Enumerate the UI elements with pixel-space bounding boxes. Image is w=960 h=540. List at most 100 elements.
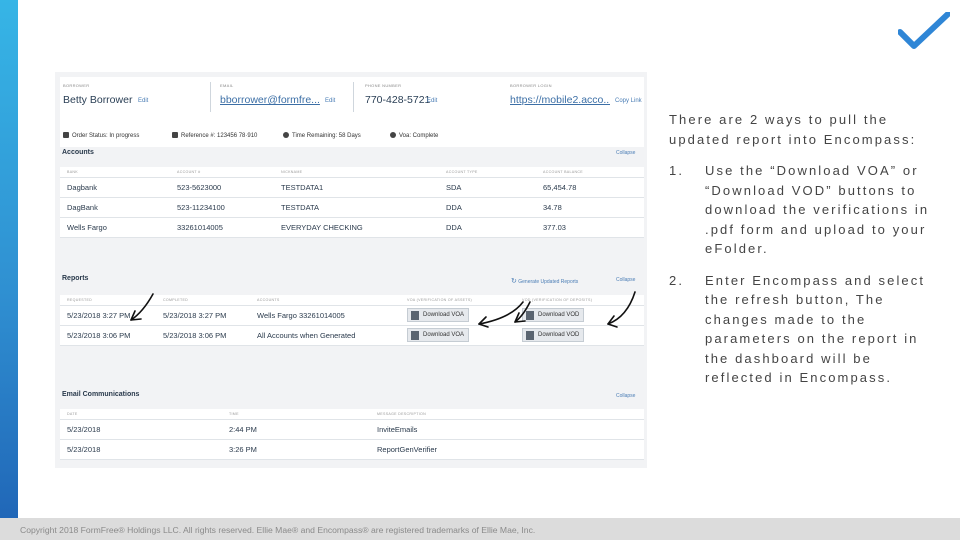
accounts-title: Accounts [62, 149, 94, 156]
download-voa-label: Download VOA [423, 332, 465, 338]
instruction-step-2: 2. Enter Encompass and select the refres… [669, 271, 939, 388]
table-row: 5/23/2018 3:06 PM 5/23/2018 3:06 PM All … [60, 325, 644, 346]
check-small-icon [390, 132, 396, 138]
reports-table: REQUESTED COMPLETED ACCOUNTS VOA (VERIFI… [60, 295, 644, 346]
login-value[interactable]: https://mobile2.acco... [510, 94, 610, 106]
download-vod-button[interactable]: Download VOD [522, 328, 585, 342]
column-header: BANK [60, 167, 170, 178]
table-row: 5/23/2018 3:26 PM ReportGenVerifier [60, 439, 644, 460]
pdf-icon [411, 331, 419, 340]
table-row: 5/23/2018 2:44 PM InviteEmails [60, 419, 644, 440]
cell: DDA [439, 217, 536, 238]
cell: InviteEmails [370, 419, 644, 440]
cell: 523-5623000 [170, 177, 274, 198]
login-label: BORROWER LOGIN [510, 83, 552, 88]
cell: 34.78 [536, 197, 644, 218]
bookmark-icon [172, 132, 178, 138]
cell: DDA [439, 197, 536, 218]
column-header: VOD (VERIFICATION OF DEPOSITS) [515, 295, 644, 306]
cell: SDA [439, 177, 536, 198]
table-row: DagBank 523-11234100 TESTDATA DDA 34.78 [60, 197, 644, 218]
borrower-name: Betty Borrower [63, 94, 133, 106]
voa-complete: Voa: Complete [390, 132, 438, 139]
checkmark-icon [898, 12, 950, 49]
cell: Wells Fargo [60, 217, 170, 238]
cell: 5/23/2018 [60, 419, 222, 440]
cell: 5/23/2018 [60, 439, 222, 460]
table-header-row: BANK ACCOUNT # NICKNAME ACCOUNT TYPE ACC… [60, 167, 644, 178]
cell: TESTDATA [274, 197, 439, 218]
instructions-panel: There are 2 ways to pull the updated rep… [669, 110, 939, 388]
column-header: ACCOUNT TYPE [439, 167, 536, 178]
cell: Download VOA [400, 325, 515, 346]
cell: Download VOD [515, 325, 644, 346]
borrower-info-card: BORROWER Betty Borrower Edit EMAIL bborr… [60, 77, 644, 147]
step-text: Enter Encompass and select the refresh b… [705, 272, 926, 386]
reference-number: Reference #: 123456 78·910 [172, 132, 257, 139]
table-row: Wells Fargo 33261014005 EVERYDAY CHECKIN… [60, 217, 644, 238]
email-table: DATE TIME MESSAGE DESCRIPTION 5/23/2018 … [60, 409, 644, 460]
column-header: ACCOUNTS [250, 295, 400, 306]
column-header: REQUESTED [60, 295, 156, 306]
cell: ReportGenVerifier [370, 439, 644, 460]
accounts-collapse-link[interactable]: Collapse [616, 150, 635, 156]
refresh-icon: ↻ [511, 278, 517, 285]
column-header: MESSAGE DESCRIPTION [370, 409, 644, 420]
cell: DagBank [60, 197, 170, 218]
borrower-label: BORROWER [63, 83, 90, 88]
download-voa-label: Download VOA [423, 312, 465, 318]
cell: 3:26 PM [222, 439, 370, 460]
accent-bar [0, 0, 18, 540]
column-header: NICKNAME [274, 167, 439, 178]
copy-link-button[interactable]: Copy Link [615, 98, 642, 104]
step-number: 1. [669, 163, 685, 178]
dashboard-screenshot: BORROWER Betty Borrower Edit EMAIL bborr… [55, 72, 647, 468]
email-value[interactable]: bborrower@formfre... [220, 94, 320, 106]
phone-label: PHONE NUMBER [365, 83, 402, 88]
edit-phone-link[interactable]: Edit [427, 98, 437, 104]
pdf-icon [526, 331, 534, 340]
clock-icon [283, 132, 289, 138]
column-header: ACCOUNT BALANCE [536, 167, 644, 178]
column-header: VOA (VERIFICATION OF ASSETS) [400, 295, 515, 306]
table-row: 5/23/2018 3:27 PM 5/23/2018 3:27 PM Well… [60, 305, 644, 326]
step-text: Use the “Download VOA” or “Download VOD”… [705, 163, 930, 256]
order-status-text: Order Status: In progress [72, 133, 140, 139]
reports-title: Reports [62, 275, 89, 282]
edit-email-link[interactable]: Edit [325, 98, 335, 104]
download-voa-button[interactable]: Download VOA [407, 308, 470, 322]
cell: All Accounts when Generated [250, 325, 400, 346]
column-header: COMPLETED [156, 295, 250, 306]
edit-borrower-link[interactable]: Edit [138, 98, 148, 104]
cell: 5/23/2018 3:06 PM [156, 325, 250, 346]
reports-collapse-link[interactable]: Collapse [616, 277, 635, 283]
cell: Download VOA [400, 305, 515, 326]
footer-copyright: Copyright 2018 FormFree® Holdings LLC. A… [20, 525, 536, 535]
reference-text: Reference #: 123456 78·910 [181, 133, 258, 139]
download-vod-label: Download VOD [538, 312, 580, 318]
instructions-intro: There are 2 ways to pull the updated rep… [669, 112, 917, 147]
cell: Download VOD [515, 305, 644, 326]
cell: 33261014005 [170, 217, 274, 238]
voa-complete-text: Voa: Complete [399, 133, 439, 139]
accounts-table: BANK ACCOUNT # NICKNAME ACCOUNT TYPE ACC… [60, 167, 644, 238]
step-number: 2. [669, 272, 685, 288]
cell: 523-11234100 [170, 197, 274, 218]
cell: TESTDATA1 [274, 177, 439, 198]
column-header: ACCOUNT # [170, 167, 274, 178]
table-header-row: DATE TIME MESSAGE DESCRIPTION [60, 409, 644, 420]
cell: 377.03 [536, 217, 644, 238]
download-vod-button[interactable]: Download VOD [522, 308, 585, 322]
email-collapse-link[interactable]: Collapse [616, 393, 635, 399]
pdf-icon [411, 311, 419, 320]
table-header-row: REQUESTED COMPLETED ACCOUNTS VOA (VERIFI… [60, 295, 644, 306]
cell: 2:44 PM [222, 419, 370, 440]
download-vod-label: Download VOD [538, 332, 580, 338]
time-remaining: Time Remaining: 58 Days [283, 132, 361, 139]
download-voa-button[interactable]: Download VOA [407, 328, 470, 342]
phone-value: 770-428-5721 [365, 94, 431, 106]
generate-reports-button[interactable]: ↻ Generate Updated Reports [511, 277, 578, 285]
column-header: TIME [222, 409, 370, 420]
cell: 65,454.78 [536, 177, 644, 198]
generate-reports-label: Generate Updated Reports [518, 279, 579, 285]
